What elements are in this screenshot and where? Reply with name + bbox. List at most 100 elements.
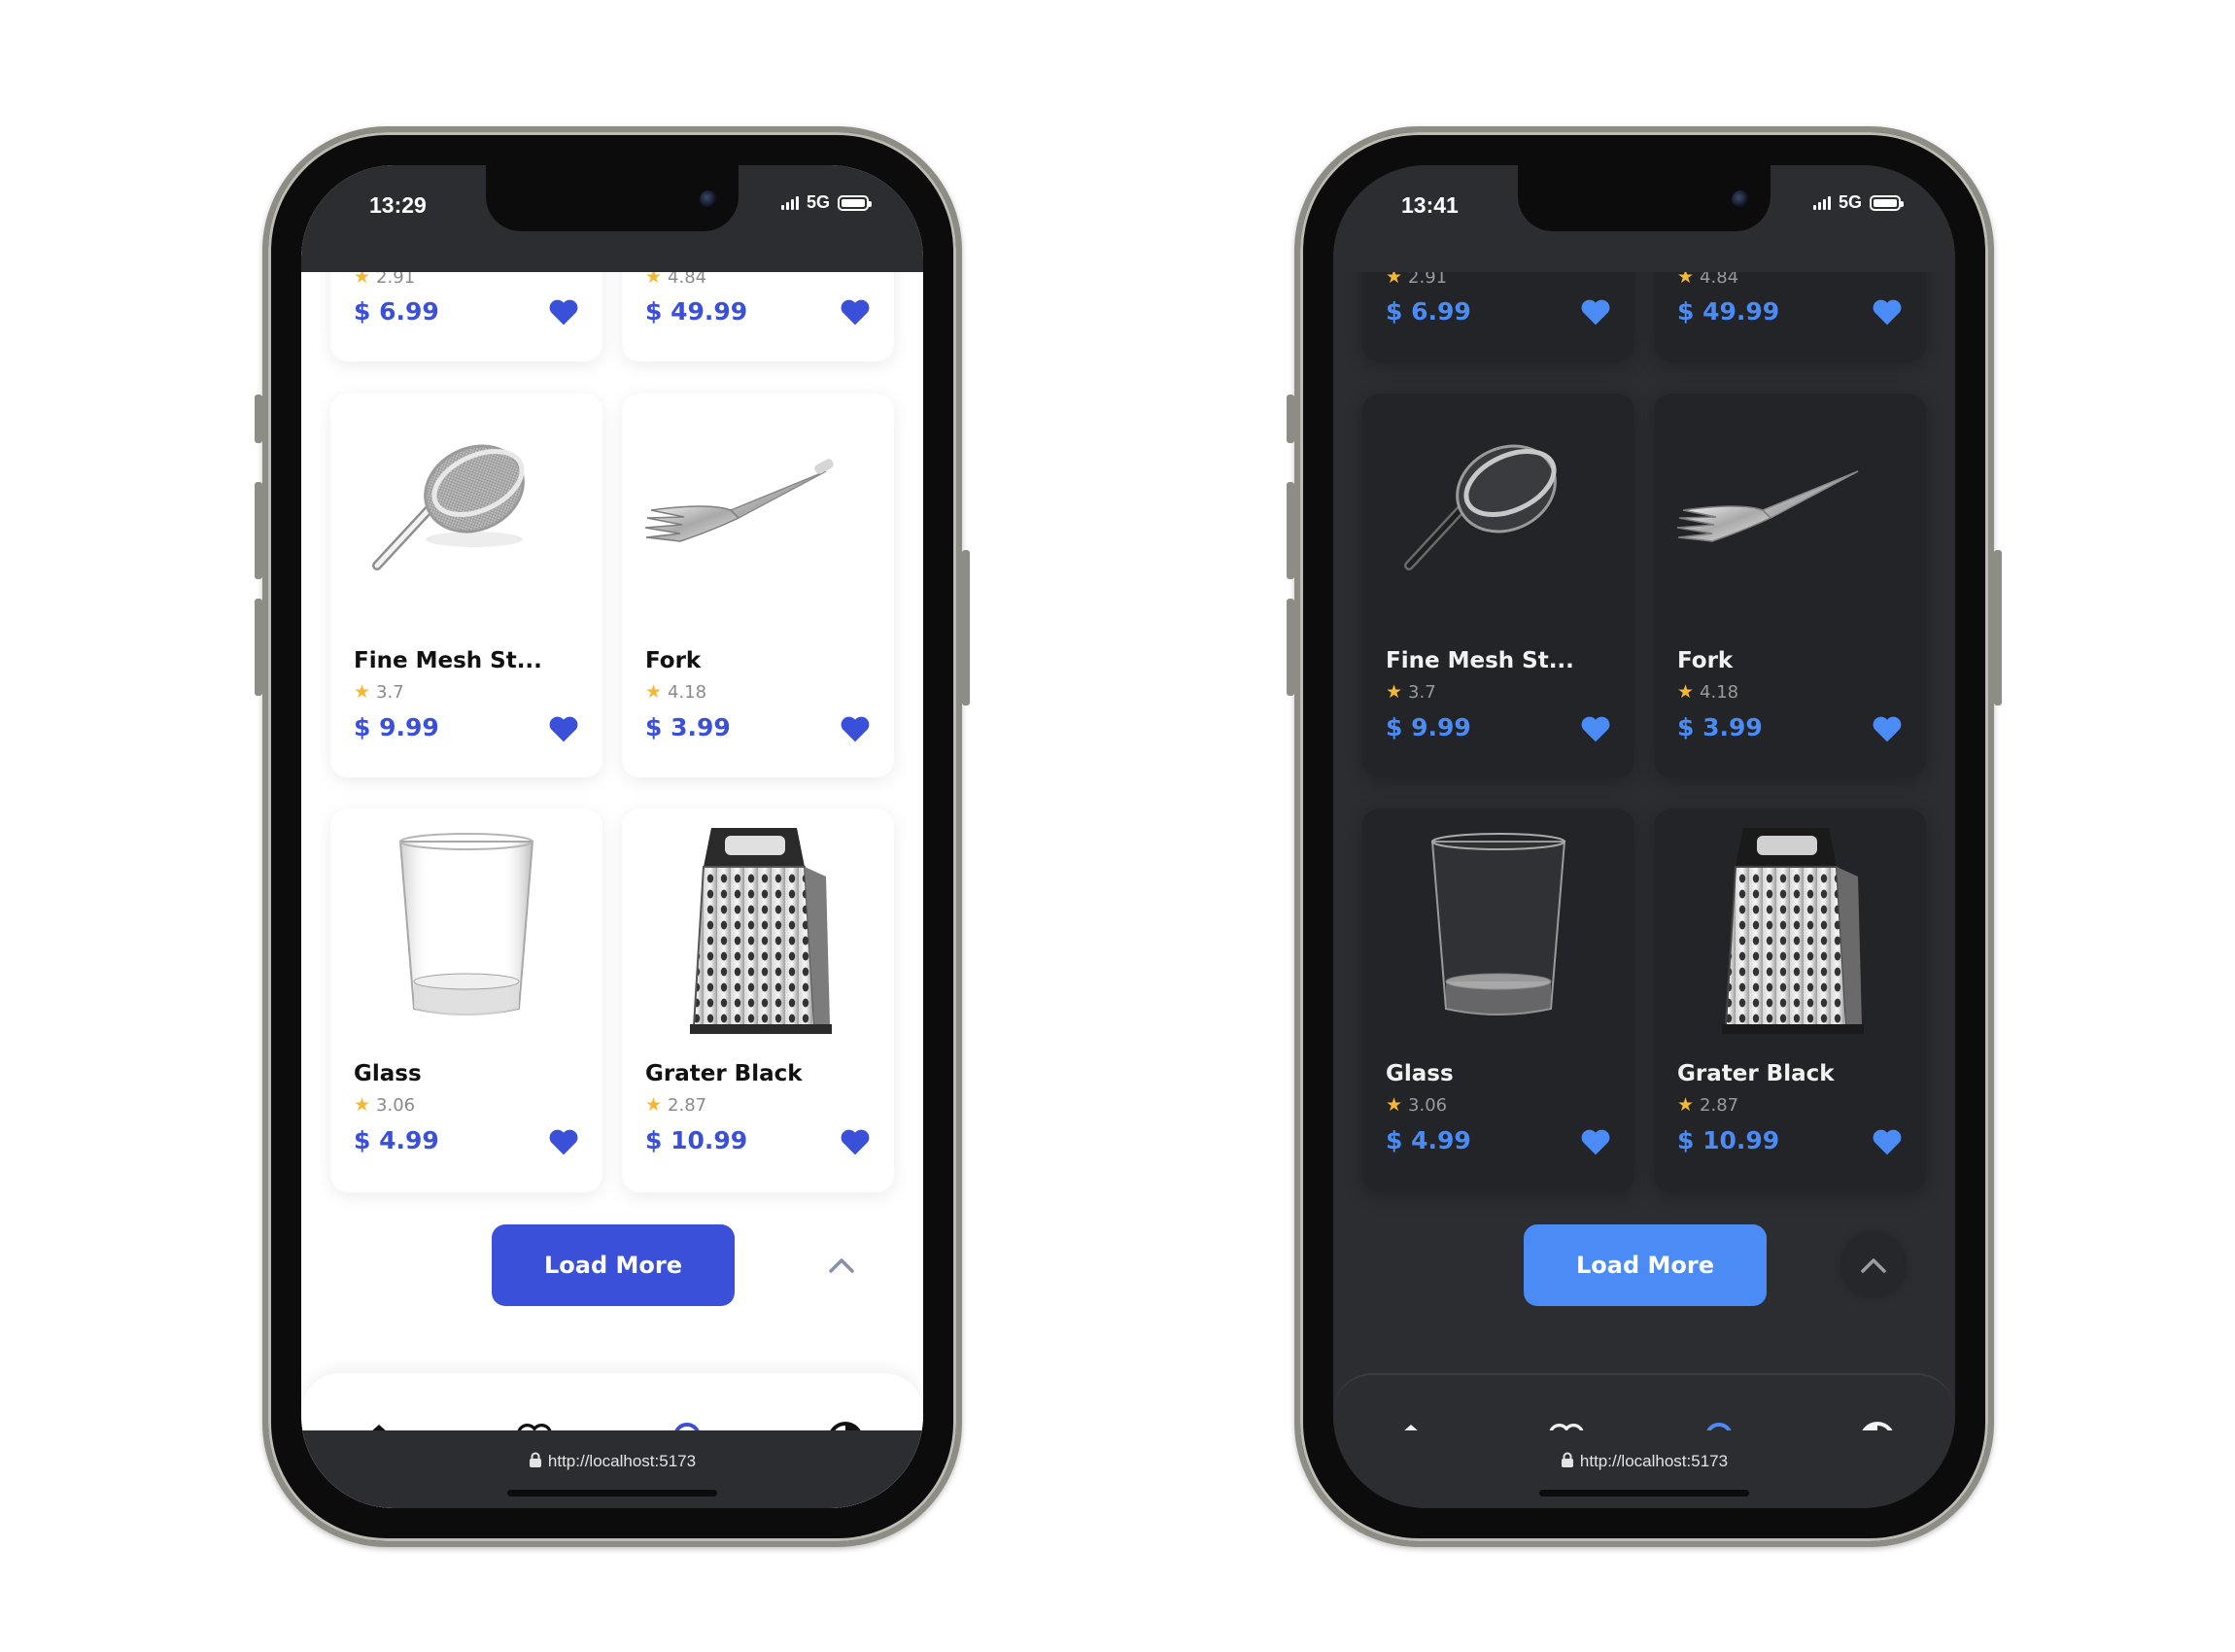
product-rating: 4.84 bbox=[668, 272, 707, 288]
product-rating: 3.7 bbox=[1408, 681, 1436, 703]
power-button bbox=[1994, 550, 2002, 706]
heart-icon[interactable] bbox=[1580, 297, 1611, 327]
battery-icon bbox=[838, 194, 872, 211]
product-name: Fine Mesh St... bbox=[354, 648, 542, 673]
screen-light: 13:29 5G ★ 2.91 $ 6.99 ★ 4.84 $ 49.99 Fi… bbox=[301, 165, 923, 1508]
product-price: $ 6.99 bbox=[1386, 297, 1471, 326]
heart-icon[interactable] bbox=[548, 714, 579, 743]
heart-icon[interactable] bbox=[1872, 1127, 1903, 1156]
status-time: 13:41 bbox=[1401, 192, 1459, 218]
product-rating: 4.18 bbox=[668, 681, 707, 703]
product-rating: 2.87 bbox=[1700, 1094, 1739, 1116]
heart-icon[interactable] bbox=[1872, 297, 1903, 327]
product-card[interactable]: Glass ★ 3.06 $ 4.99 bbox=[1362, 809, 1634, 1192]
product-card[interactable]: ★ 4.84 $ 49.99 bbox=[1654, 272, 1926, 361]
product-price: $ 10.99 bbox=[645, 1126, 748, 1154]
heart-icon[interactable] bbox=[1580, 714, 1611, 743]
heart-icon[interactable] bbox=[840, 297, 871, 327]
product-card[interactable]: Grater Black ★ 2.87 $ 10.99 bbox=[622, 809, 894, 1192]
volume-down-button bbox=[1287, 599, 1294, 696]
strainer-image bbox=[1404, 444, 1557, 570]
signal-icon bbox=[1812, 195, 1831, 210]
product-price: $ 49.99 bbox=[1677, 297, 1780, 326]
heart-icon[interactable] bbox=[840, 1127, 871, 1156]
network-label: 5G bbox=[806, 192, 830, 212]
product-price: $ 49.99 bbox=[645, 297, 748, 326]
url-text: http://localhost:5173 bbox=[547, 1452, 697, 1470]
product-card[interactable]: Fork ★ 4.18 $ 3.99 bbox=[622, 394, 894, 777]
product-name: Fine Mesh St... bbox=[1386, 648, 1574, 673]
home-indicator bbox=[507, 1490, 717, 1497]
product-card[interactable]: Grater Black ★ 2.87 $ 10.99 bbox=[1654, 809, 1926, 1192]
product-rating: 4.18 bbox=[1700, 681, 1739, 703]
star-icon: ★ bbox=[1386, 272, 1403, 288]
product-name: Fork bbox=[1677, 648, 1734, 673]
lock-icon bbox=[1561, 1452, 1573, 1467]
status-time: 13:29 bbox=[369, 192, 427, 218]
grater-image bbox=[690, 828, 832, 1034]
product-price: $ 6.99 bbox=[354, 297, 439, 326]
product-price: $ 4.99 bbox=[1386, 1126, 1471, 1154]
product-card[interactable]: ★ 2.91 $ 6.99 bbox=[330, 272, 602, 361]
product-price: $ 4.99 bbox=[354, 1126, 439, 1154]
product-grid: ★ 2.91 $ 6.99 ★ 4.84 $ 49.99 Fine Mesh St.… bbox=[301, 272, 923, 1373]
lock-icon bbox=[529, 1452, 541, 1467]
heart-icon[interactable] bbox=[1872, 714, 1903, 743]
camera-icon bbox=[700, 190, 717, 208]
battery-icon bbox=[1870, 194, 1904, 211]
fork-image bbox=[1676, 470, 1859, 542]
url-bar: http://localhost:5173 bbox=[1333, 1430, 1955, 1508]
product-price: $ 10.99 bbox=[1677, 1126, 1780, 1154]
product-price: $ 9.99 bbox=[1386, 713, 1471, 741]
product-price: $ 3.99 bbox=[1677, 713, 1763, 741]
product-card[interactable]: Glass ★ 3.06 $ 4.99 bbox=[330, 809, 602, 1192]
star-icon: ★ bbox=[645, 272, 663, 288]
star-icon: ★ bbox=[1677, 272, 1695, 288]
power-button bbox=[962, 550, 970, 706]
glass-image bbox=[398, 833, 534, 1015]
notch bbox=[1518, 165, 1771, 231]
heart-icon[interactable] bbox=[548, 297, 579, 327]
strainer-image bbox=[372, 444, 525, 570]
signal-icon bbox=[780, 195, 799, 210]
star-icon: ★ bbox=[645, 1094, 663, 1116]
product-rating: 3.06 bbox=[1408, 1094, 1448, 1116]
product-rating: 4.84 bbox=[1700, 272, 1739, 288]
product-card[interactable]: ★ 2.91 $ 6.99 bbox=[1362, 272, 1634, 361]
star-icon: ★ bbox=[1677, 681, 1695, 703]
heart-icon[interactable] bbox=[1580, 1127, 1611, 1156]
status-bar: 13:29 5G bbox=[301, 165, 923, 272]
glass-image bbox=[1430, 833, 1566, 1015]
screen-dark: 13:41 5G ★ 2.91 $ 6.99 ★ 4.84 $ 49.99 Fi… bbox=[1333, 165, 1955, 1508]
star-icon: ★ bbox=[354, 272, 371, 288]
grater-image bbox=[1722, 828, 1864, 1034]
phone-dark: 13:41 5G ★ 2.91 $ 6.99 ★ 4.84 $ 49.99 Fi… bbox=[1287, 126, 2002, 1547]
star-icon: ★ bbox=[1677, 1094, 1695, 1116]
product-name: Grater Black bbox=[645, 1061, 803, 1086]
scroll-top-button[interactable] bbox=[810, 1234, 873, 1296]
notch bbox=[486, 165, 739, 231]
product-name: Fork bbox=[645, 648, 702, 673]
load-more-button[interactable]: Load More bbox=[492, 1224, 735, 1306]
mute-switch bbox=[1287, 395, 1294, 443]
chevron-up-icon bbox=[1861, 1258, 1886, 1273]
product-card[interactable]: Fine Mesh St... ★ 3.7 $ 9.99 bbox=[1362, 394, 1634, 777]
heart-icon[interactable] bbox=[840, 714, 871, 743]
load-more-button[interactable]: Load More bbox=[1524, 1224, 1767, 1306]
star-icon: ★ bbox=[354, 681, 371, 703]
network-label: 5G bbox=[1838, 192, 1862, 212]
camera-icon bbox=[1732, 190, 1749, 208]
product-card[interactable]: ★ 4.84 $ 49.99 bbox=[622, 272, 894, 361]
product-grid: ★ 2.91 $ 6.99 ★ 4.84 $ 49.99 Fine Mesh St.… bbox=[1333, 272, 1955, 1373]
product-card[interactable]: Fine Mesh St... ★ 3.7 $ 9.99 bbox=[330, 394, 602, 777]
scroll-top-button[interactable] bbox=[1842, 1234, 1905, 1296]
product-card[interactable]: Fork ★ 4.18 $ 3.99 bbox=[1654, 394, 1926, 777]
product-price: $ 3.99 bbox=[645, 713, 731, 741]
chevron-up-icon bbox=[829, 1258, 854, 1273]
star-icon: ★ bbox=[1386, 1094, 1403, 1116]
phone-light: 13:29 5G ★ 2.91 $ 6.99 ★ 4.84 $ 49.99 Fi… bbox=[255, 126, 970, 1547]
product-name: Glass bbox=[354, 1061, 422, 1086]
product-price: $ 9.99 bbox=[354, 713, 439, 741]
product-rating: 2.91 bbox=[376, 272, 416, 288]
heart-icon[interactable] bbox=[548, 1127, 579, 1156]
